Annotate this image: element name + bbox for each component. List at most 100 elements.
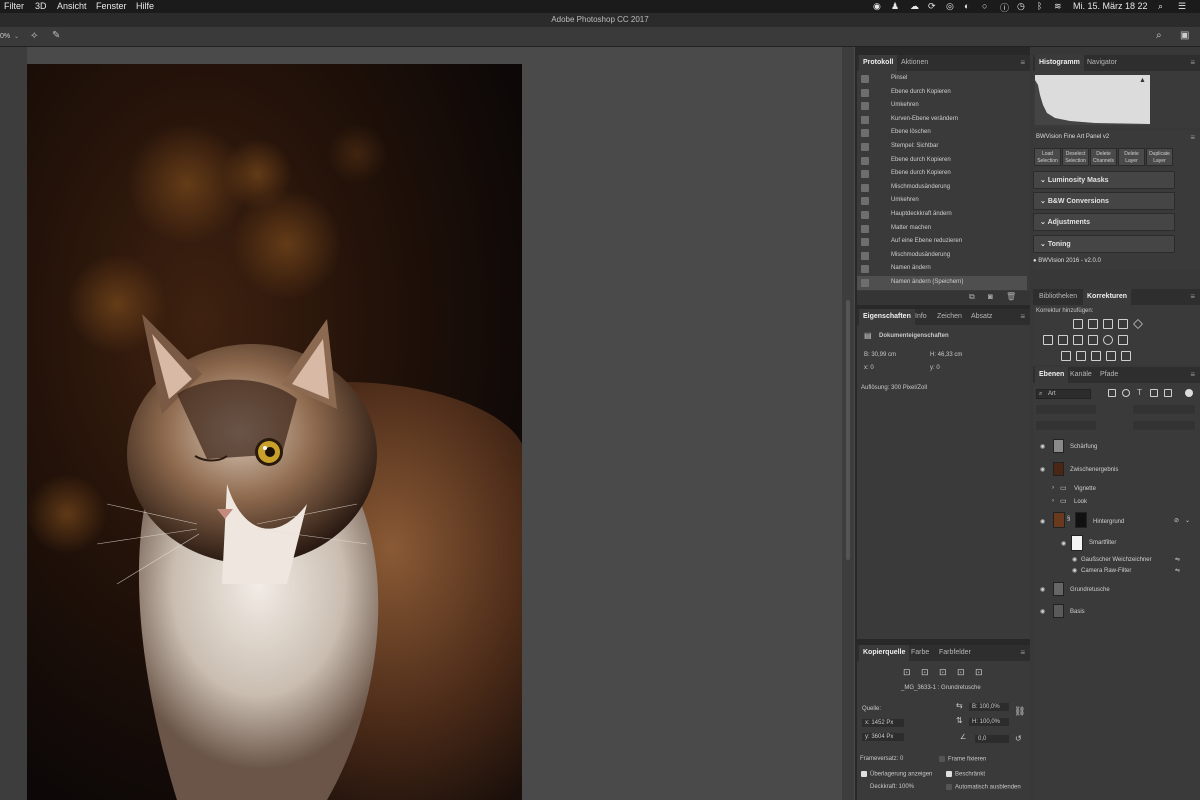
pressure-icon[interactable]: ✎ xyxy=(52,30,60,41)
delete-channels-button[interactable]: Delete Channels xyxy=(1090,148,1117,166)
photo-filter-icon[interactable] xyxy=(1088,335,1098,345)
circle-icon[interactable]: ○ xyxy=(982,1,987,11)
levels-icon[interactable] xyxy=(1088,319,1098,329)
clone-height-field[interactable]: H: 100,0% xyxy=(969,718,1009,726)
wifi-icon[interactable]: ≋ xyxy=(1054,1,1062,12)
clone-source-3-icon[interactable]: ⊡ xyxy=(939,667,947,678)
lock-buttons[interactable] xyxy=(1036,421,1096,430)
threshold-icon[interactable] xyxy=(1091,351,1101,361)
menu-fenster[interactable]: Fenster xyxy=(96,1,127,11)
filter-type-icon[interactable]: T xyxy=(1137,388,1142,397)
clone-angle-field[interactable]: 0,0 xyxy=(975,735,1009,743)
frame-offset[interactable]: Frameversatz: 0 xyxy=(860,756,903,762)
history-item[interactable]: Ebene durch Kopieren xyxy=(857,154,1027,168)
clone-y-field[interactable]: y: 3604 Px xyxy=(862,733,904,741)
layer-group-row[interactable]: › ▭ Vignette xyxy=(1033,484,1193,496)
timemachine-icon[interactable]: ◷ xyxy=(1017,1,1025,12)
tab-farbfelder[interactable]: Farbfelder xyxy=(935,645,975,661)
posterize-icon[interactable] xyxy=(1076,351,1086,361)
history-item[interactable]: Kurven-Ebene verändern xyxy=(857,113,1027,127)
panel-menu-icon[interactable]: ≡ xyxy=(1190,133,1195,142)
history-item[interactable]: Mischmodusänderung xyxy=(857,181,1027,195)
tab-pfade[interactable]: Pfade xyxy=(1096,367,1122,383)
filter-shape-icon[interactable] xyxy=(1150,389,1158,397)
warning-icon[interactable]: ▲ xyxy=(1139,77,1146,84)
menu-3d[interactable]: 3D xyxy=(35,1,47,11)
history-item[interactable]: Namen ändern (Speichern) xyxy=(857,276,1027,290)
auto-hide-toggle[interactable]: Automatisch ausblenden xyxy=(946,784,1021,791)
exposure-icon[interactable] xyxy=(1118,319,1128,329)
chevron-right-icon[interactable]: › xyxy=(1052,498,1054,504)
duplicate-layer-button[interactable]: Duplicate Layer xyxy=(1146,148,1173,166)
clone-source-2-icon[interactable]: ⊡ xyxy=(921,667,929,678)
search-icon[interactable]: ⌕ xyxy=(1156,30,1162,41)
section-toning[interactable]: ⌄ Toning xyxy=(1033,235,1175,253)
vibrance-icon[interactable] xyxy=(1133,319,1143,329)
color-lookup-icon[interactable] xyxy=(1118,335,1128,345)
clone-source-4-icon[interactable]: ⊡ xyxy=(957,667,965,678)
eye-icon[interactable]: ◉ xyxy=(1072,556,1077,563)
history-item[interactable]: Ebene löschen xyxy=(857,126,1027,140)
scrollbar-thumb[interactable] xyxy=(846,300,850,560)
link-icon[interactable]: ⛓ xyxy=(1014,706,1025,717)
panel-menu-icon[interactable]: ≡ xyxy=(1020,312,1025,321)
show-overlay-checkbox[interactable] xyxy=(861,771,867,777)
section-bw-conversions[interactable]: ⌄ B&W Conversions xyxy=(1033,192,1175,210)
tab-ebenen[interactable]: Ebenen xyxy=(1035,367,1069,383)
new-document-icon[interactable]: ⧉ xyxy=(969,292,975,302)
panel-menu-icon[interactable]: ≡ xyxy=(1190,58,1195,67)
gradient-map-icon[interactable] xyxy=(1106,351,1116,361)
smart-filter-mask[interactable] xyxy=(1071,535,1083,551)
section-adjustments[interactable]: ⌄ Adjustments xyxy=(1033,213,1175,231)
layer-row[interactable]: ◉ Schärfung xyxy=(1033,438,1193,456)
auto-hide-checkbox[interactable] xyxy=(946,784,952,790)
color-balance-icon[interactable] xyxy=(1058,335,1068,345)
tab-absatz[interactable]: Absatz xyxy=(967,309,996,325)
canvas-image[interactable] xyxy=(27,64,522,800)
bluetooth-icon[interactable]: ᛒ xyxy=(1037,1,1042,11)
clone-source-1-icon[interactable]: ⊡ xyxy=(903,667,911,678)
tab-kanaele[interactable]: Kanäle xyxy=(1066,367,1096,383)
deselect-selection-button[interactable]: Deselect Selection xyxy=(1062,148,1089,166)
layer-row-selected[interactable]: ◉ § Hintergrund ⊘ ⌄ xyxy=(1033,512,1193,532)
history-item[interactable]: Umkehren xyxy=(857,194,1027,208)
sync-icon[interactable]: ⟳ xyxy=(928,1,936,12)
layer-row[interactable]: ◉ Basis xyxy=(1033,603,1193,621)
eye-icon[interactable]: ◉ xyxy=(1040,443,1045,450)
show-overlay-toggle[interactable]: Überlagerung anzeigen xyxy=(861,771,932,778)
airbrush-icon[interactable]: ⟡ xyxy=(31,30,38,41)
section-luminosity-masks[interactable]: ⌄ Luminosity Masks xyxy=(1033,171,1175,189)
eye-icon[interactable]: ◉ xyxy=(1040,586,1045,593)
tab-info[interactable]: Info xyxy=(911,309,931,325)
filter-pixel-icon[interactable] xyxy=(1108,389,1116,397)
filter-row[interactable]: ◉ Camera Raw-Filter ⇋ xyxy=(1033,567,1193,577)
filter-options-icon[interactable]: ⇋ xyxy=(1175,567,1180,574)
record-icon[interactable]: ◉ xyxy=(873,1,881,12)
panel-menu-icon[interactable]: ≡ xyxy=(1020,648,1025,657)
history-item[interactable]: Umkehren xyxy=(857,99,1027,113)
filter-options-icon[interactable]: ⇋ xyxy=(1175,556,1180,563)
tab-eigenschaften[interactable]: Eigenschaften xyxy=(859,309,915,325)
frame-lock-toggle[interactable]: Frame fixieren xyxy=(939,756,986,763)
history-item[interactable]: Auf eine Ebene reduzieren xyxy=(857,235,1027,249)
selective-color-icon[interactable] xyxy=(1121,351,1131,361)
history-item[interactable]: Ebene durch Kopieren xyxy=(857,86,1027,100)
eye-icon[interactable]: ◉ xyxy=(1040,518,1045,525)
layer-group-row[interactable]: › ▭ Look xyxy=(1033,497,1193,509)
blend-mode-select[interactable] xyxy=(1036,405,1096,414)
panel-menu-icon[interactable]: ≡ xyxy=(1190,292,1195,301)
notification-icon[interactable]: ☰ xyxy=(1178,1,1186,12)
layer-mask-thumbnail[interactable] xyxy=(1075,512,1087,528)
trash-icon[interactable]: 🗑 xyxy=(1006,292,1016,301)
channel-mixer-icon[interactable] xyxy=(1103,335,1113,345)
hue-saturation-icon[interactable] xyxy=(1043,335,1053,345)
panel-menu-icon[interactable]: ≡ xyxy=(1190,370,1195,379)
tab-farbe[interactable]: Farbe xyxy=(907,645,933,661)
flip-horizontal-icon[interactable]: ⇆ xyxy=(956,701,963,710)
cloud-icon[interactable]: ☁ xyxy=(910,1,919,12)
delete-layer-button[interactable]: Delete Layer xyxy=(1118,148,1145,166)
menu-clock[interactable]: Mi. 15. März 18 22 xyxy=(1073,1,1148,11)
history-item[interactable]: Mischmodusänderung xyxy=(857,249,1027,263)
tab-histogramm[interactable]: Histogramm xyxy=(1035,55,1084,71)
history-item[interactable]: Matter machen xyxy=(857,222,1027,236)
